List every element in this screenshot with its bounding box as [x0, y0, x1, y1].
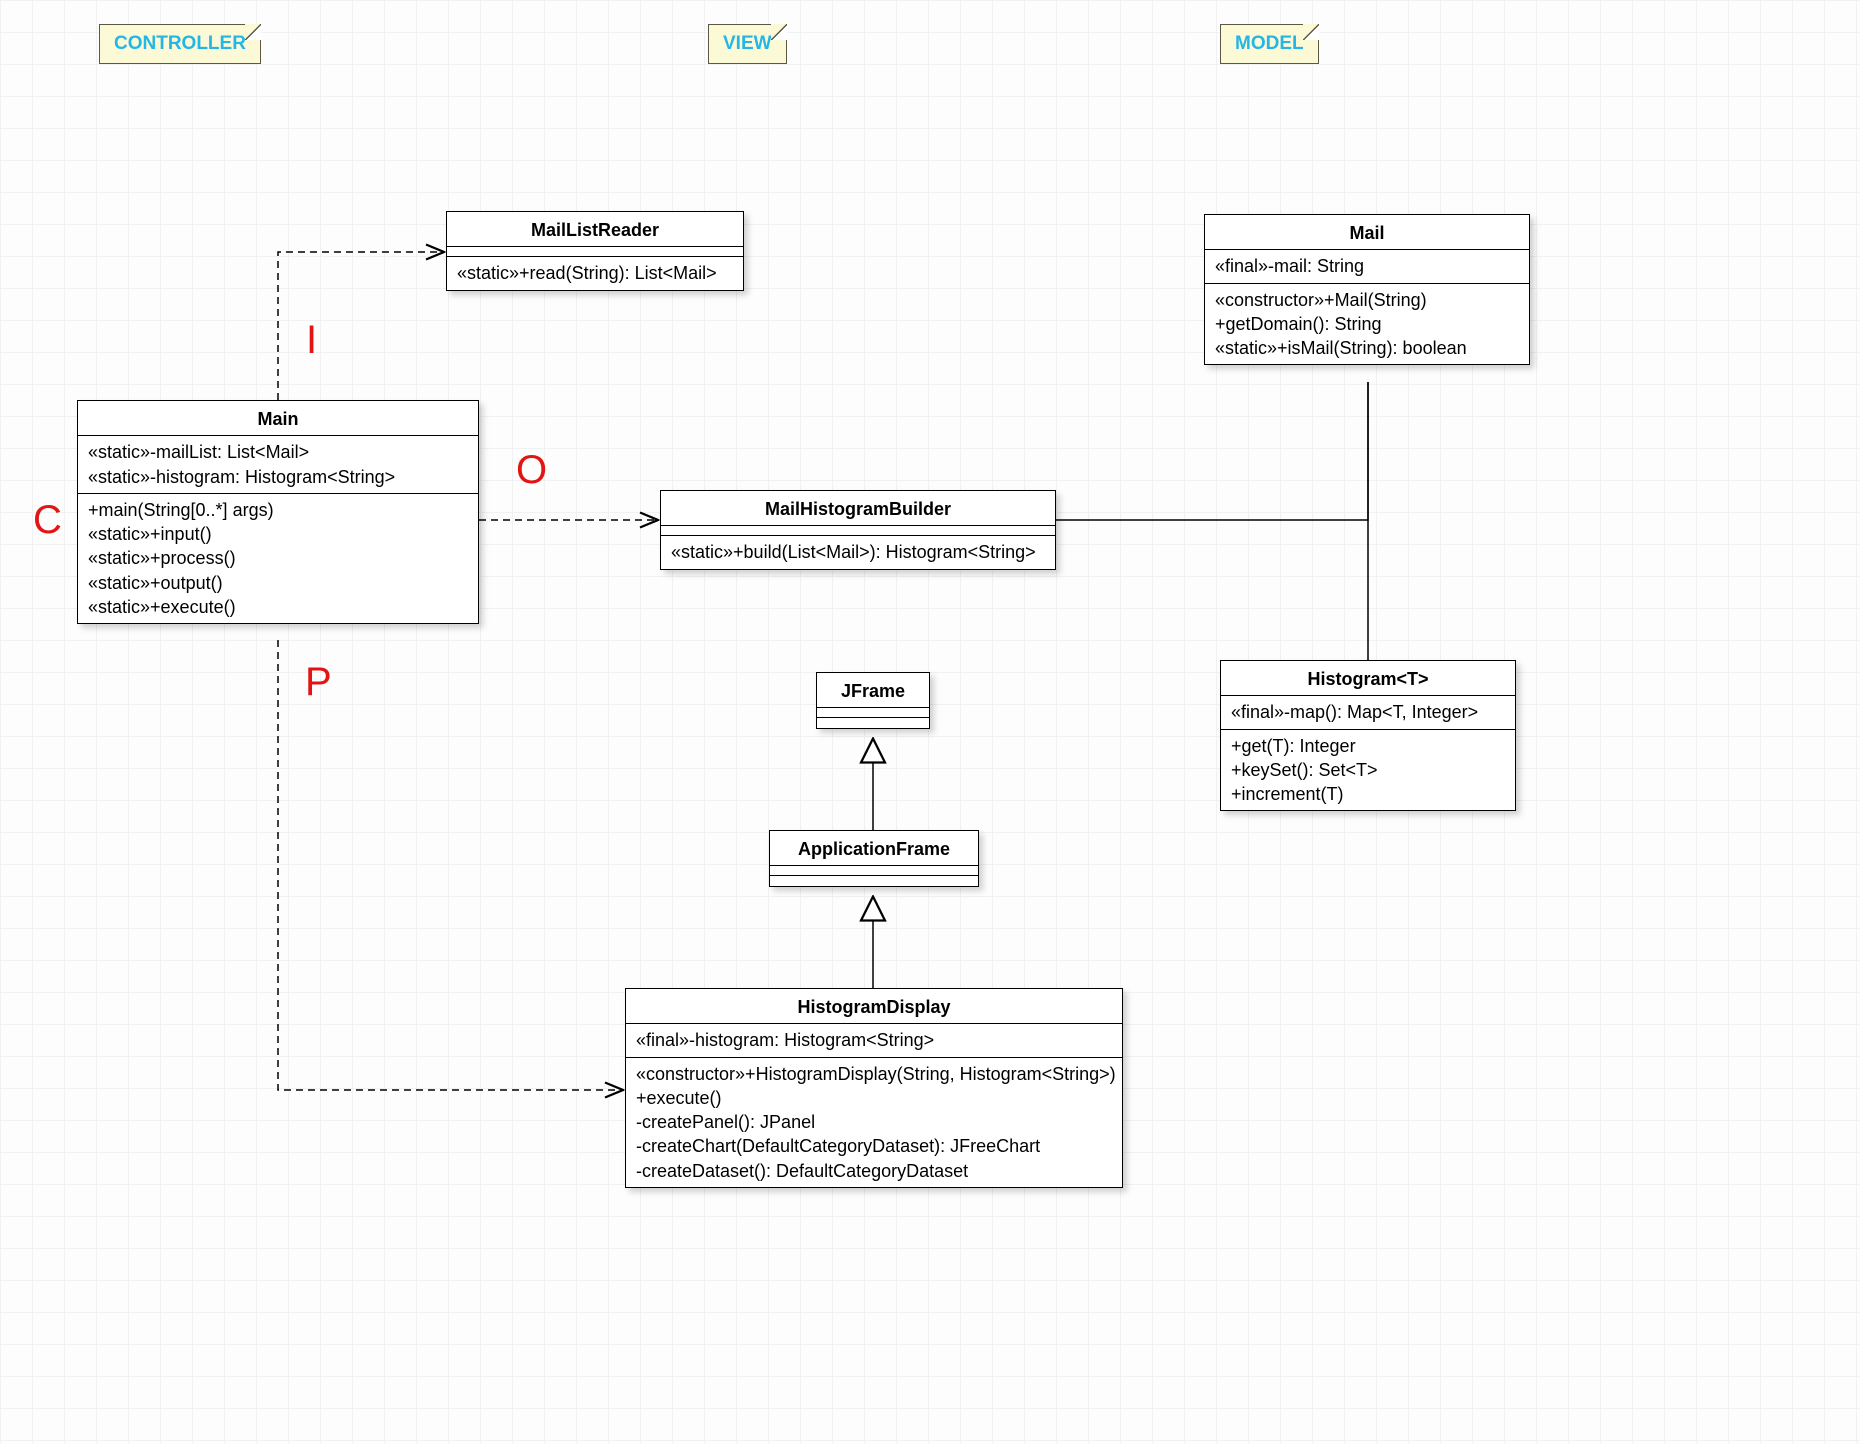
class-ops	[817, 718, 929, 728]
class-ops: «constructor»+Mail(String) +getDomain():…	[1205, 284, 1529, 365]
dependency-Main-MailListReader	[278, 252, 444, 400]
annotation-I: I	[306, 318, 317, 363]
class-ops	[770, 876, 978, 886]
association-MailHistogramBuilder-Mail	[1056, 382, 1368, 520]
class-MailHistogramBuilder: MailHistogramBuilder «static»+build(List…	[660, 490, 1056, 570]
class-title: Mail	[1205, 215, 1529, 250]
class-attrs: «final»-map(): Map<T, Integer>	[1221, 696, 1515, 729]
class-Mail: Mail «final»-mail: String «constructor»+…	[1204, 214, 1530, 365]
class-attrs	[661, 526, 1055, 536]
class-op-row: +keySet(): Set<T>	[1231, 758, 1505, 782]
connectors-layer	[0, 0, 1860, 1444]
note-label: VIEW	[723, 33, 772, 54]
class-ops: +main(String[0..*] args) «static»+input(…	[78, 494, 478, 623]
class-MailListReader: MailListReader «static»+read(String): Li…	[446, 211, 744, 291]
annotation-O: O	[516, 448, 547, 493]
class-attrs	[817, 708, 929, 718]
class-ops: «constructor»+HistogramDisplay(String, H…	[626, 1058, 1122, 1187]
class-op-row: +execute()	[636, 1086, 1112, 1110]
note-fold-icon	[771, 24, 787, 40]
class-attrs	[447, 247, 743, 257]
class-op-row: +increment(T)	[1231, 782, 1505, 806]
class-attr-row: «final»-map(): Map<T, Integer>	[1231, 700, 1505, 724]
class-op-row: «static»+execute()	[88, 595, 468, 619]
note-model: MODEL	[1220, 24, 1319, 64]
note-fold-icon	[245, 24, 261, 40]
class-title: MailListReader	[447, 212, 743, 247]
dependency-Main-HistogramDisplay	[278, 640, 623, 1090]
class-title: Histogram<T>	[1221, 661, 1515, 696]
annotation-P: P	[305, 660, 332, 705]
annotation-C: C	[33, 498, 62, 543]
class-attr-row: «static»-histogram: Histogram<String>	[88, 465, 468, 489]
note-fold-icon	[1303, 24, 1319, 40]
class-attrs	[770, 866, 978, 876]
class-op-row: -createDataset(): DefaultCategoryDataset	[636, 1159, 1112, 1183]
class-op-row: «static»+build(List<Mail>): Histogram<St…	[671, 540, 1045, 564]
class-ops: +get(T): Integer +keySet(): Set<T> +incr…	[1221, 730, 1515, 811]
note-controller: CONTROLLER	[99, 24, 261, 64]
class-ops: «static»+build(List<Mail>): Histogram<St…	[661, 536, 1055, 568]
class-Main: Main «static»-mailList: List<Mail> «stat…	[77, 400, 479, 624]
class-title: Main	[78, 401, 478, 436]
class-op-row: «constructor»+Mail(String)	[1215, 288, 1519, 312]
class-title: JFrame	[817, 673, 929, 708]
class-op-row: «static»+read(String): List<Mail>	[457, 261, 733, 285]
class-Histogram: Histogram<T> «final»-map(): Map<T, Integ…	[1220, 660, 1516, 811]
class-op-row: +main(String[0..*] args)	[88, 498, 468, 522]
class-title: HistogramDisplay	[626, 989, 1122, 1024]
class-op-row: -createChart(DefaultCategoryDataset): JF…	[636, 1134, 1112, 1158]
class-attrs: «final»-mail: String	[1205, 250, 1529, 283]
class-op-row: «static»+process()	[88, 546, 468, 570]
class-title: ApplicationFrame	[770, 831, 978, 866]
note-view: VIEW	[708, 24, 787, 64]
class-attr-row: «static»-mailList: List<Mail>	[88, 440, 468, 464]
class-JFrame: JFrame	[816, 672, 930, 729]
class-op-row: -createPanel(): JPanel	[636, 1110, 1112, 1134]
diagram-canvas: CONTROLLER VIEW MODEL C I O P MailListRe…	[0, 0, 1860, 1444]
class-attr-row: «final»-histogram: Histogram<String>	[636, 1028, 1112, 1052]
class-op-row: «constructor»+HistogramDisplay(String, H…	[636, 1062, 1112, 1086]
class-op-row: +getDomain(): String	[1215, 312, 1519, 336]
class-op-row: «static»+input()	[88, 522, 468, 546]
note-label: MODEL	[1235, 33, 1304, 54]
class-attrs: «final»-histogram: Histogram<String>	[626, 1024, 1122, 1057]
note-label: CONTROLLER	[114, 33, 246, 54]
class-ApplicationFrame: ApplicationFrame	[769, 830, 979, 887]
class-HistogramDisplay: HistogramDisplay «final»-histogram: Hist…	[625, 988, 1123, 1188]
class-op-row: +get(T): Integer	[1231, 734, 1505, 758]
class-title: MailHistogramBuilder	[661, 491, 1055, 526]
class-ops: «static»+read(String): List<Mail>	[447, 257, 743, 289]
class-op-row: «static»+output()	[88, 571, 468, 595]
class-attrs: «static»-mailList: List<Mail> «static»-h…	[78, 436, 478, 494]
class-op-row: «static»+isMail(String): boolean	[1215, 336, 1519, 360]
class-attr-row: «final»-mail: String	[1215, 254, 1519, 278]
